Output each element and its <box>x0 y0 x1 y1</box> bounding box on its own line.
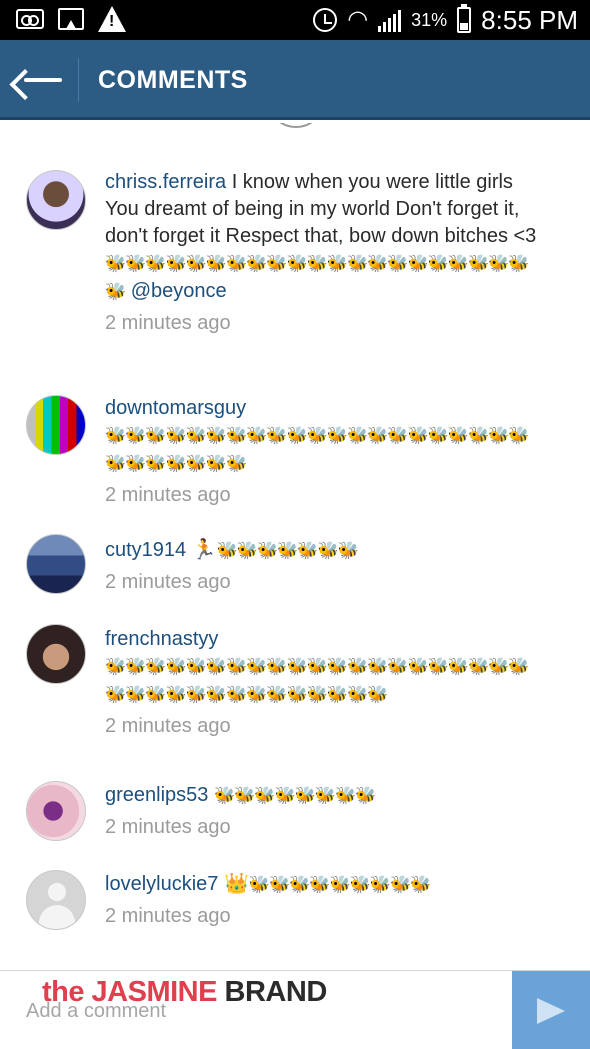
comments-feed[interactable]: chriss.ferreira I know when you were lit… <box>0 123 590 970</box>
back-button[interactable] <box>0 40 78 120</box>
load-more-spinner <box>266 123 326 128</box>
comment-username[interactable]: downtomarsguy <box>105 397 246 419</box>
comment-body: cuty1914 🏃🐝🐝🐝🐝🐝🐝🐝 2 minutes ago <box>105 537 545 596</box>
signal-icon <box>378 8 402 32</box>
action-bar: COMMENTS <box>0 40 590 120</box>
avatar[interactable] <box>26 624 86 684</box>
notification-icons: ! <box>16 6 126 32</box>
comment-emojis: 🐝🐝🐝🐝🐝🐝🐝🐝 <box>213 786 376 806</box>
page-title: COMMENTS <box>98 66 248 94</box>
system-icons: ◠ 31% 8:55 PM <box>313 0 578 40</box>
battery-percent: 31% <box>411 9 448 30</box>
action-bar-divider <box>78 58 79 102</box>
avatar[interactable] <box>26 781 86 841</box>
avatar[interactable] <box>26 395 86 455</box>
comment-text: 👑 <box>218 873 249 895</box>
comment-username[interactable]: chriss.ferreira <box>105 171 226 193</box>
voicemail-icon <box>16 9 44 29</box>
comment-timestamp: 2 minutes ago <box>105 905 231 927</box>
comment-bar <box>0 970 590 1049</box>
avatar[interactable] <box>26 870 86 930</box>
comment-timestamp: 2 minutes ago <box>105 484 231 506</box>
default-avatar-icon <box>48 883 66 901</box>
comment-body: greenlips53 🐝🐝🐝🐝🐝🐝🐝🐝 2 minutes ago <box>105 782 545 841</box>
comment-body: downtomarsguy 🐝🐝🐝🐝🐝🐝🐝🐝🐝🐝🐝🐝🐝🐝🐝🐝🐝🐝🐝🐝🐝🐝🐝🐝🐝🐝… <box>105 395 545 509</box>
comment-timestamp: 2 minutes ago <box>105 816 231 838</box>
comment-username[interactable]: frenchnastyy <box>105 628 218 650</box>
clock: 8:55 PM <box>481 4 578 35</box>
image-icon <box>58 8 84 30</box>
comment-text: 🏃 <box>186 539 217 561</box>
alarm-icon <box>313 8 338 32</box>
comment-timestamp: 2 minutes ago <box>105 312 231 334</box>
default-avatar-body <box>39 905 75 929</box>
status-bar: ! ◠ 31% 8:55 PM <box>0 0 590 40</box>
comment-username[interactable]: lovelyluckie7 <box>105 873 218 895</box>
battery-icon <box>457 4 472 33</box>
comment-emojis: 🐝🐝🐝🐝🐝🐝🐝🐝🐝🐝🐝🐝🐝🐝🐝🐝🐝🐝🐝🐝🐝🐝🐝🐝🐝🐝🐝🐝🐝🐝🐝🐝🐝🐝🐝 <box>105 657 530 705</box>
comment-timestamp: 2 minutes ago <box>105 571 231 593</box>
comment-body: frenchnastyy 🐝🐝🐝🐝🐝🐝🐝🐝🐝🐝🐝🐝🐝🐝🐝🐝🐝🐝🐝🐝🐝🐝🐝🐝🐝🐝🐝… <box>105 626 545 740</box>
comment-body: lovelyluckie7 👑🐝🐝🐝🐝🐝🐝🐝🐝🐝 2 minutes ago <box>105 871 545 930</box>
avatar[interactable] <box>26 170 86 230</box>
comment-emojis: 🐝🐝🐝🐝🐝🐝🐝🐝🐝 <box>248 875 432 895</box>
send-button[interactable] <box>512 971 590 1049</box>
warning-icon: ! <box>98 6 126 32</box>
send-icon <box>537 997 565 1024</box>
comment-timestamp: 2 minutes ago <box>105 715 231 737</box>
back-arrow-icon <box>24 78 62 82</box>
comment-emojis: 🐝🐝🐝🐝🐝🐝🐝 <box>216 541 359 561</box>
comment-username[interactable]: cuty1914 <box>105 539 186 561</box>
comment-mention[interactable]: @beyonce <box>131 280 227 302</box>
wifi-icon: ◠ <box>347 6 369 33</box>
comment-body: chriss.ferreira I know when you were lit… <box>105 169 545 337</box>
comment-input[interactable] <box>26 995 496 1027</box>
avatar[interactable] <box>26 534 86 594</box>
comment-username[interactable]: greenlips53 <box>105 784 208 806</box>
comment-emojis: 🐝🐝🐝🐝🐝🐝🐝🐝🐝🐝🐝🐝🐝🐝🐝🐝🐝🐝🐝🐝🐝🐝🐝🐝🐝🐝🐝🐝 <box>105 426 530 474</box>
